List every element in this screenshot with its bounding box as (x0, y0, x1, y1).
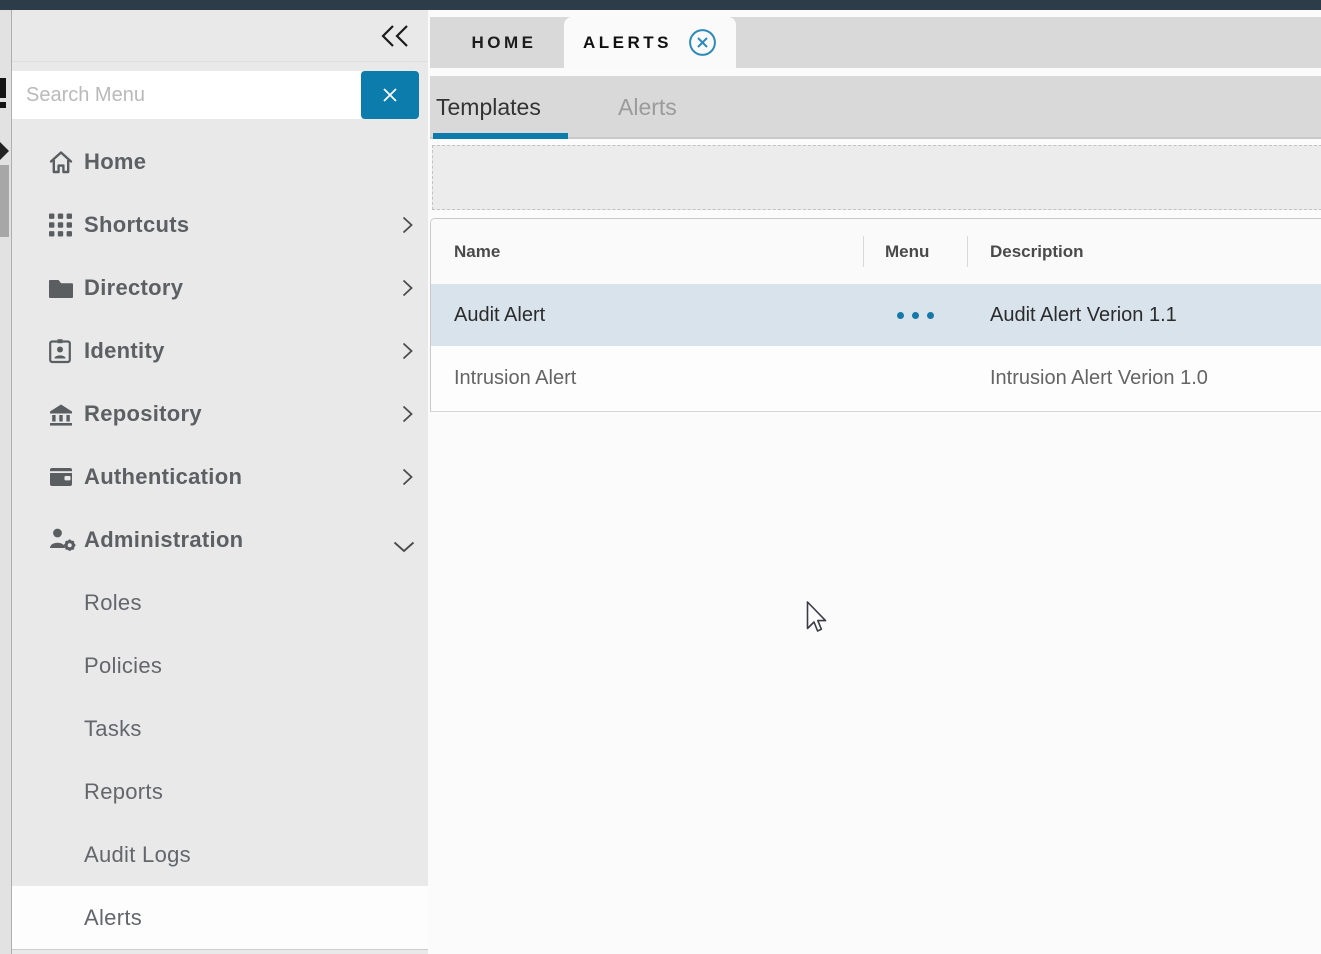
subtab-templates[interactable]: Templates (433, 76, 568, 139)
tab-home-label: HOME (472, 33, 537, 53)
sidebar-item-roles[interactable]: Roles (12, 571, 428, 634)
sidebar-item-label: Reports (84, 779, 163, 805)
table-header-row: Name Menu Description (431, 219, 1321, 284)
sidebar-item-alerts[interactable]: Alerts (12, 886, 428, 949)
sub-tab-bar: Templates Alerts (430, 76, 1321, 139)
directory-icon (48, 276, 74, 300)
authentication-icon (48, 465, 74, 489)
search-input[interactable] (12, 71, 361, 119)
column-divider (967, 236, 968, 267)
chevron-right-icon (401, 403, 414, 424)
subtab-templates-label: Templates (436, 94, 541, 121)
sidebar-item-label: Directory (84, 275, 183, 301)
templates-table: Name Menu Description Audit Alert Audit … (430, 218, 1321, 412)
chevron-right-icon (401, 340, 414, 361)
column-header-name[interactable]: Name (431, 242, 863, 262)
cell-name: Audit Alert (431, 304, 863, 327)
toolbar-drop-zone (432, 145, 1321, 210)
main-content: HOME ALERTS Templates Alerts Name Men (428, 10, 1321, 954)
sidebar-item-home[interactable]: Home (12, 130, 428, 193)
sidebar-item-policies[interactable]: Policies (12, 634, 428, 697)
tab-alerts-label: ALERTS (583, 33, 672, 53)
background-window-edge (0, 10, 12, 954)
ellipsis-dot (897, 312, 904, 319)
table-row[interactable]: Audit Alert Audit Alert Verion 1.1 (431, 284, 1321, 346)
sidebar-nav: Home Shortcuts (12, 130, 428, 949)
close-tab-icon[interactable] (688, 28, 717, 57)
sidebar-item-reports[interactable]: Reports (12, 760, 428, 823)
top-tab-bar: HOME ALERTS (430, 17, 1321, 68)
background-window-fragment (0, 142, 9, 160)
background-window-fragment (0, 102, 6, 108)
subtab-alerts[interactable]: Alerts (618, 76, 677, 139)
table-row[interactable]: Intrusion Alert Intrusion Alert Verion 1… (431, 346, 1321, 412)
tab-alerts[interactable]: ALERTS (564, 17, 736, 68)
subtab-alerts-label: Alerts (618, 94, 677, 121)
sidebar-item-directory[interactable]: Directory (12, 256, 428, 319)
chevron-down-icon (392, 540, 416, 554)
ellipsis-dot (912, 312, 919, 319)
sidebar-item-authentication[interactable]: Authentication (12, 445, 428, 508)
sidebar-item-label: Administration (84, 527, 243, 553)
sidebar-header (12, 10, 428, 62)
sidebar-item-identity[interactable]: Identity (12, 319, 428, 382)
collapse-sidebar-icon[interactable] (380, 23, 410, 49)
sidebar-item-label: Audit Logs (84, 842, 191, 868)
row-actions-ellipsis-icon[interactable] (863, 312, 967, 319)
sidebar-item-label: Roles (84, 590, 142, 616)
sidebar-bottom-strip (12, 949, 428, 954)
sidebar-item-label: Repository (84, 401, 202, 427)
sidebar-item-repository[interactable]: Repository (12, 382, 428, 445)
sidebar-item-label: Shortcuts (84, 212, 189, 238)
sidebar-item-tasks[interactable]: Tasks (12, 697, 428, 760)
clear-search-icon (381, 86, 399, 104)
administration-icon (48, 526, 76, 553)
home-icon (48, 149, 74, 175)
sidebar-item-label: Identity (84, 338, 165, 364)
sidebar-item-shortcuts[interactable]: Shortcuts (12, 193, 428, 256)
chevron-right-icon (401, 466, 414, 487)
sidebar-item-label: Home (84, 149, 146, 175)
sidebar-item-label: Alerts (84, 905, 142, 931)
tab-home[interactable]: HOME (447, 17, 561, 68)
repository-icon (48, 402, 74, 426)
cell-description: Intrusion Alert Verion 1.0 (967, 367, 1321, 390)
sidebar-item-audit-logs[interactable]: Audit Logs (12, 823, 428, 886)
background-window-fragment (0, 165, 9, 237)
sidebar: Home Shortcuts (12, 10, 428, 954)
background-window-fragment (0, 78, 6, 98)
column-header-menu[interactable]: Menu (863, 242, 967, 262)
clear-search-button[interactable] (361, 71, 419, 119)
cell-description: Audit Alert Verion 1.1 (967, 304, 1321, 327)
chevron-right-icon (401, 214, 414, 235)
window-top-bar (0, 0, 1321, 10)
identity-icon (48, 338, 72, 364)
chevron-right-icon (401, 277, 414, 298)
sidebar-item-label: Policies (84, 653, 162, 679)
shortcuts-icon (48, 212, 73, 237)
sidebar-item-administration[interactable]: Administration (12, 508, 428, 571)
sidebar-item-label: Tasks (84, 716, 142, 742)
active-subtab-underline (433, 133, 568, 139)
cell-name: Intrusion Alert (431, 367, 863, 390)
column-header-description[interactable]: Description (967, 242, 1321, 262)
ellipsis-dot (927, 312, 934, 319)
column-divider (863, 236, 864, 267)
sidebar-item-label: Authentication (84, 464, 242, 490)
